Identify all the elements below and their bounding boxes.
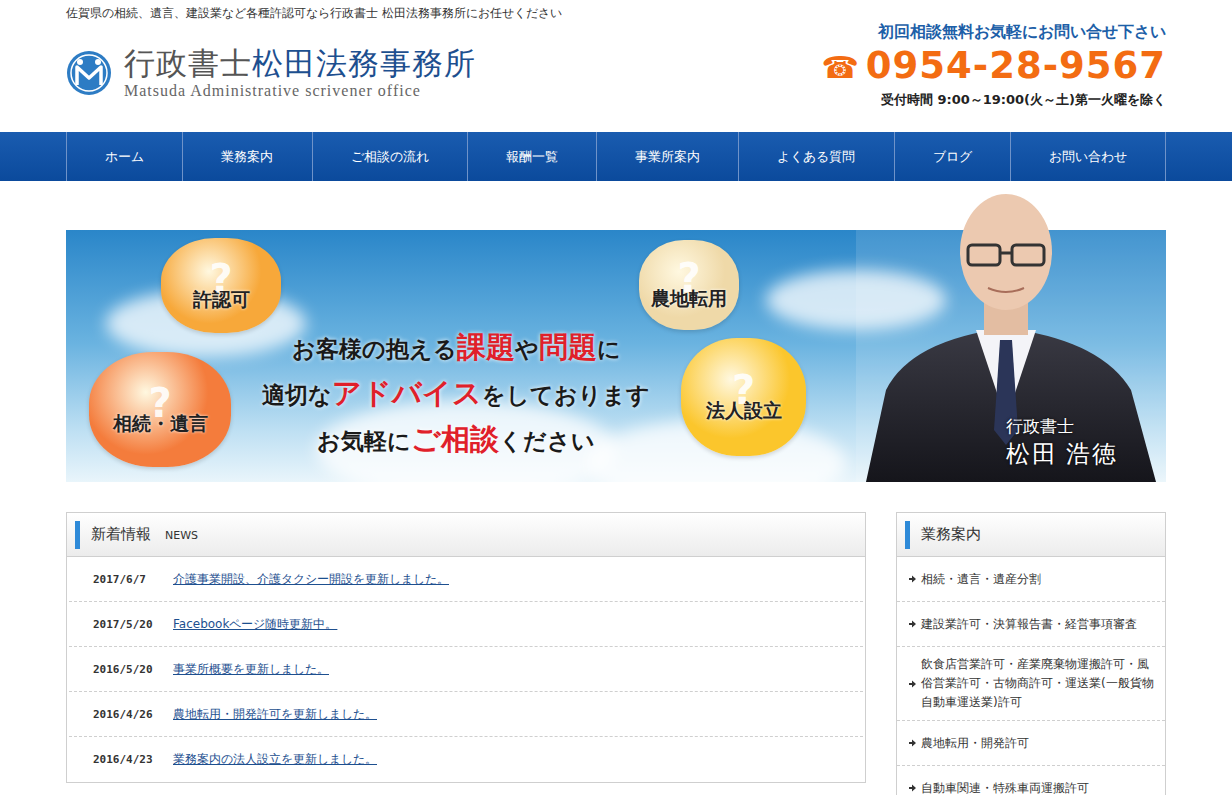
logo-subtitle: Matsuda Administrative scrivener office <box>124 82 476 100</box>
news-link[interactable]: Facebookページ随時更新中。 <box>173 616 337 633</box>
news-row: 2016/4/23業務案内の法人設立を更新しました。 <box>69 737 863 782</box>
news-date: 2016/4/26 <box>93 708 173 721</box>
person-name: 行政書士松田 浩徳 <box>1006 415 1118 470</box>
logo-title: 行政書士松田法務事務所 <box>124 46 476 82</box>
news-header: 新着情報NEWS <box>67 513 865 557</box>
header-row: 行政書士松田法務事務所Matsuda Administrative scrive… <box>66 22 1166 132</box>
news-row: 2016/4/26農地転用・開発許可を更新しました。 <box>69 692 863 737</box>
nav-item[interactable]: 報酬一覧 <box>468 132 597 181</box>
news-date: 2016/5/20 <box>93 663 173 676</box>
header: 佐賀県の相続、遺言、建設業など各種許認可なら行政書士 松田法務事務所にお任せくだ… <box>66 0 1166 132</box>
news-link[interactable]: 事業所概要を更新しました。 <box>173 661 329 678</box>
news-row: 2017/5/20Facebookページ随時更新中。 <box>69 602 863 647</box>
portrait-icon <box>856 190 1166 482</box>
nav-item[interactable]: 事業所案内 <box>597 132 739 181</box>
business-hours: 受付時間 9:00～19:00(火～土)第一火曜を除く <box>881 91 1166 109</box>
service-item[interactable]: 相続・遺言・遺産分割 <box>897 557 1165 602</box>
page: 佐賀県の相続、遺言、建設業など各種許認可なら行政書士 松田法務事務所にお任せくだ… <box>0 0 1232 795</box>
news-link[interactable]: 介護事業開設、介護タクシー開設を更新しました。 <box>173 571 449 588</box>
topic-bubble: ?農地転用 <box>639 240 739 330</box>
arrow-icon <box>909 680 916 688</box>
arrow-icon <box>909 739 916 747</box>
logo[interactable]: 行政書士松田法務事務所Matsuda Administrative scrive… <box>66 22 476 100</box>
news-row: 2017/6/7介護事業開設、介護タクシー開設を更新しました。 <box>69 557 863 602</box>
contact-lead: 初回相談無料お気軽にお問い合せ下さい <box>878 22 1166 43</box>
topic-bubble: ?相続・遺言 <box>89 352 231 467</box>
arrow-icon <box>909 575 916 583</box>
tagline: 佐賀県の相続、遺言、建設業など各種許認可なら行政書士 松田法務事務所にお任せくだ… <box>66 0 1166 22</box>
nav-item[interactable]: ブログ <box>895 132 1011 181</box>
phone-icon: ☎ <box>821 50 859 85</box>
topic-bubble: ?許認可 <box>161 238 281 333</box>
arrow-icon <box>909 784 916 792</box>
logo-icon <box>66 50 112 96</box>
nav-item[interactable]: お問い合わせ <box>1011 132 1166 181</box>
nav-item[interactable]: ホーム <box>67 132 183 181</box>
news-date: 2017/5/20 <box>93 618 173 631</box>
news-link[interactable]: 業務案内の法人設立を更新しました。 <box>173 751 377 768</box>
topic-bubble: ?法人設立 <box>681 338 806 456</box>
news-date: 2016/4/23 <box>93 753 173 766</box>
news-panel: 新着情報NEWS2017/6/7介護事業開設、介護タクシー開設を更新しました。2… <box>66 512 866 783</box>
arrow-icon <box>909 620 916 628</box>
phone-number[interactable]: ☎0954-28-9567 <box>821 43 1166 91</box>
slogan: お客様の抱える課題や問題に適切なアドバイスをしておりますお気軽にご相談ください <box>236 328 676 460</box>
services-panel: 業務案内相続・遺言・遺産分割建設業許可・決算報告書・経営事項審査飲食店営業許可・… <box>896 512 1166 795</box>
news-link[interactable]: 農地転用・開発許可を更新しました。 <box>173 706 377 723</box>
service-item[interactable]: 自動車関連・特殊車両運搬許可 <box>897 766 1165 795</box>
news-row: 2016/5/20事業所概要を更新しました。 <box>69 647 863 692</box>
service-item[interactable]: 飲食店営業許可・産業廃棄物運搬許可・風俗営業許可・古物商許可・運送業(一般貨物自… <box>897 647 1165 721</box>
nav-item[interactable]: よくある質問 <box>739 132 894 181</box>
hero-banner: ?許認可 ?農地転用 ?相続・遺言 ?法人設立お客様の抱える課題や問題に適切なアドバイ… <box>66 230 1166 482</box>
nav-item[interactable]: ご相談の流れ <box>313 132 468 181</box>
service-item[interactable]: 農地転用・開発許可 <box>897 721 1165 766</box>
services-header: 業務案内 <box>897 513 1165 557</box>
nav-bar: ホーム業務案内ご相談の流れ報酬一覧事業所案内よくある質問ブログお問い合わせ <box>0 132 1232 181</box>
main-columns: 新着情報NEWS2017/6/7介護事業開設、介護タクシー開設を更新しました。2… <box>66 512 1166 795</box>
contact: 初回相談無料お気軽にお問い合せ下さい☎0954-28-9567受付時間 9:00… <box>821 22 1166 109</box>
nav-item[interactable]: 業務案内 <box>183 132 312 181</box>
news-date: 2017/6/7 <box>93 573 173 586</box>
service-item[interactable]: 建設業許可・決算報告書・経営事項審査 <box>897 602 1165 647</box>
